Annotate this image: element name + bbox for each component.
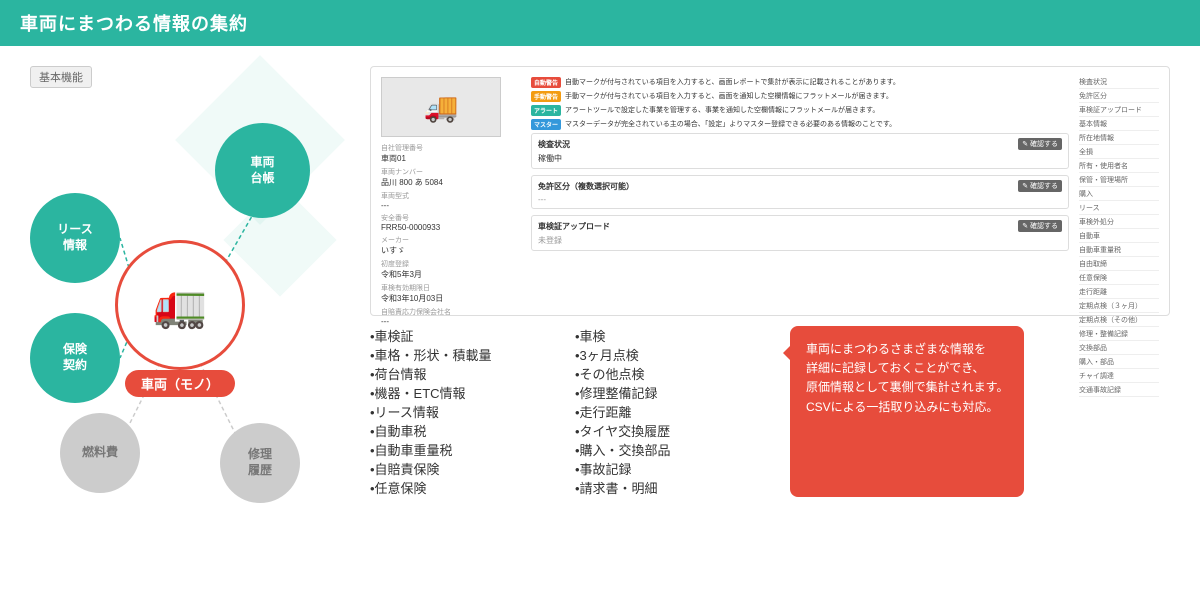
bullet-ninihoken: •任意保険 xyxy=(370,478,545,497)
bullet-tire: •タイヤ交換履歴 xyxy=(575,421,750,440)
truck-label: 車両（モノ） xyxy=(125,370,235,397)
left-section: 基本機能 🚛 xyxy=(30,66,350,579)
section-kensa-edit[interactable]: ✎ 確認する xyxy=(1018,138,1062,150)
right-item-7: 所有・使用者名 xyxy=(1079,161,1159,173)
bullet-kounyuu: •購入・交換部品 xyxy=(575,440,750,459)
mockup-anzen: 安全番号 FRR50-0000933 xyxy=(381,213,521,232)
right-item-16: 走行距離 xyxy=(1079,287,1159,299)
section-upload-title: 車検証アップロード xyxy=(538,221,610,232)
satellite-nenryouhi: 燃料費 xyxy=(60,413,140,493)
truck-circle: 🚛 車両（モノ） xyxy=(115,240,245,370)
right-item-14: 自由取締 xyxy=(1079,259,1159,271)
right-item-12: 自動車 xyxy=(1079,231,1159,243)
right-item-2: 免許区分 xyxy=(1079,91,1159,103)
alert-red: 自動警告 自動マークが付与されている項目を入力すると、画面レポートで集計が表示に… xyxy=(531,77,1069,88)
alert-green-text: アラートツールで設定した事業を管理する、事業を通知した空欄情報にフラットメールが… xyxy=(565,105,879,115)
mockup-number: 車両ナンバー 品川 800 あ 5084 xyxy=(381,167,521,188)
alert-badge-yellow: 手動警告 xyxy=(531,91,561,102)
satellite-nenryouhi-label: 燃料費 xyxy=(82,445,118,461)
page-container: 車両にまつわる情報の集約 基本機能 xyxy=(0,0,1200,601)
satellite-hoken-label: 保険契約 xyxy=(63,342,87,373)
bullet-kakaku: •車格・形状・積載量 xyxy=(370,345,545,364)
bullet-jidousha-juryozei: •自動車重量税 xyxy=(370,440,545,459)
mockup-maker: メーカー いすゞ xyxy=(381,235,521,256)
bullet-nidai: •荷台情報 xyxy=(370,364,545,383)
section-menkyo-edit[interactable]: ✎ 確認する xyxy=(1018,180,1062,192)
alert-badge-blue: マスター xyxy=(531,119,561,130)
mockup-right-list: 検査状況 免許区分 車検証アップロード 基本情報 所在地情報 全損 所有・使用者… xyxy=(1079,77,1159,305)
right-item-10: リース xyxy=(1079,203,1159,215)
right-item-17: 定期点検（３ヶ月） xyxy=(1079,301,1159,313)
bullet-jibaiseki: •自賠責保険 xyxy=(370,459,545,478)
alert-blue: マスター マスターデータが完全されている主の場合、「設定」よりマスター登録できる… xyxy=(531,119,1069,130)
bullet-seikyuu: •請求書・明細 xyxy=(575,478,750,497)
section-kensa-title: 検査状況 xyxy=(538,139,570,150)
satellite-hoken: 保険契約 xyxy=(30,313,120,403)
satellite-shuuri-label: 修理履歴 xyxy=(248,447,272,478)
section-upload-edit[interactable]: ✎ 確認する xyxy=(1018,220,1062,232)
right-item-4: 基本情報 xyxy=(1079,119,1159,131)
alert-yellow-text: 手動マークが付与されている項目を入力すると、画面を通知した空欄情報にフラットメー… xyxy=(565,91,893,101)
mockup-section-menkyo: 免許区分（複数選択可能） ✎ 確認する --- xyxy=(531,175,1069,209)
mockup-center: 自動警告 自動マークが付与されている項目を入力すると、画面レポートで集計が表示に… xyxy=(531,77,1069,305)
alert-blue-text: マスターデータが完全されている主の場合、「設定」よりマスター登録できる必要のある… xyxy=(565,119,896,129)
alert-badge-red: 自動警告 xyxy=(531,77,561,88)
bullet-shaken-r: •車検 xyxy=(575,326,750,345)
mockup-truck-image: 🚚 xyxy=(381,77,501,137)
main-content: 基本機能 🚛 xyxy=(0,46,1200,599)
bullet-shaken: •車検証 xyxy=(370,326,545,345)
mockup-section-upload: 車検証アップロード ✎ 確認する 未登録 xyxy=(531,215,1069,251)
bullet-left: •車検証 •車格・形状・積載量 •荷台情報 •機器・ETC情報 •リース情報 •… xyxy=(370,326,545,497)
right-item-5: 所在地情報 xyxy=(1079,133,1159,145)
right-item-1: 検査状況 xyxy=(1079,77,1159,89)
page-title: 車両にまつわる情報の集約 xyxy=(20,10,248,36)
bullet-sonota: •その他点検 xyxy=(575,364,750,383)
section-upload-value: 未登録 xyxy=(538,235,1062,246)
mockup-shaken: 車検有効期限日 令和3年10月03日 xyxy=(381,283,521,304)
satellite-sha-ryo-daichou: 車両台帳 xyxy=(215,123,310,218)
truck-icon: 🚛 xyxy=(153,279,208,331)
alert-red-text: 自動マークが付与されている項目を入力すると、画面レポートで集計が表示に記載される… xyxy=(565,77,900,87)
alert-yellow: 手動警告 手動マークが付与されている項目を入力すると、画面を通知した空欄情報にフ… xyxy=(531,91,1069,102)
satellite-sha-ryo-daichou-label: 車両台帳 xyxy=(250,155,274,186)
satellite-shuuri: 修理履歴 xyxy=(220,423,300,503)
right-section: 🚚 自社管理番号 車両01 車両ナンバー 品川 800 あ 5084 車両型式 … xyxy=(370,66,1170,579)
mockup-kanri-ban: 自社管理番号 車両01 xyxy=(381,143,521,164)
right-item-15: 任意保険 xyxy=(1079,273,1159,285)
ui-mockup: 🚚 自社管理番号 車両01 車両ナンバー 品川 800 あ 5084 車両型式 … xyxy=(370,66,1170,316)
right-item-13: 自動車重量税 xyxy=(1079,245,1159,257)
info-area: •車検証 •車格・形状・積載量 •荷台情報 •機器・ETC情報 •リース情報 •… xyxy=(370,326,1170,497)
bullet-3month: •3ヶ月点検 xyxy=(575,345,750,364)
speech-bubble: 車両にまつわるさまざまな情報を詳細に記録しておくことができ、原価情報として裏側で… xyxy=(790,326,1024,497)
right-item-6: 全損 xyxy=(1079,147,1159,159)
right-item-3: 車検証アップロード xyxy=(1079,105,1159,117)
diagram-area: 🚛 車両（モノ） 車両台帳 リース情報 保険契約 燃料費 xyxy=(30,103,330,523)
right-item-9: 購入 xyxy=(1079,189,1159,201)
right-item-11: 車検外処分 xyxy=(1079,217,1159,229)
section-menkyo-title: 免許区分（複数選択可能） xyxy=(538,181,634,192)
right-item-8: 保管・管理場所 xyxy=(1079,175,1159,187)
bullet-right: •車検 •3ヶ月点検 •その他点検 •修理整備記録 •走行距離 •タイヤ交換履歴… xyxy=(575,326,750,497)
bullet-jiko: •事故記録 xyxy=(575,459,750,478)
mockup-syodo: 初度登録 令和5年3月 xyxy=(381,259,521,280)
bullet-sokou: •走行距離 xyxy=(575,402,750,421)
mockup-vehicle-info: 🚚 自社管理番号 車両01 車両ナンバー 品川 800 あ 5084 車両型式 … xyxy=(381,77,521,305)
bullet-jidoushazei: •自動車税 xyxy=(370,421,545,440)
alert-badge-green: アラート xyxy=(531,105,561,116)
mockup-section-kensa: 検査状況 ✎ 確認する 稼働中 xyxy=(531,133,1069,169)
section-menkyo-value: --- xyxy=(538,195,1062,204)
bullet-shuuri: •修理整備記録 xyxy=(575,383,750,402)
satellite-riisu-label: リース情報 xyxy=(57,222,92,253)
alert-green: アラート アラートツールで設定した事業を管理する、事業を通知した空欄情報にフラッ… xyxy=(531,105,1069,116)
header-bar: 車両にまつわる情報の集約 xyxy=(0,0,1200,46)
kihon-badge: 基本機能 xyxy=(30,66,92,88)
bullet-list: •車検証 •車格・形状・積載量 •荷台情報 •機器・ETC情報 •リース情報 •… xyxy=(370,326,750,497)
mockup-jibaiseki: 自賠責応力保険会社名 --- xyxy=(381,307,521,326)
satellite-riisu: リース情報 xyxy=(30,193,120,283)
section-kensa-value: 稼働中 xyxy=(538,153,1062,164)
mockup-kei: 車両型式 --- xyxy=(381,191,521,210)
speech-bubble-text: 車両にまつわるさまざまな情報を詳細に記録しておくことができ、原価情報として裏側で… xyxy=(806,342,1008,414)
bullet-kiki: •機器・ETC情報 xyxy=(370,383,545,402)
bullet-riisu: •リース情報 xyxy=(370,402,545,421)
